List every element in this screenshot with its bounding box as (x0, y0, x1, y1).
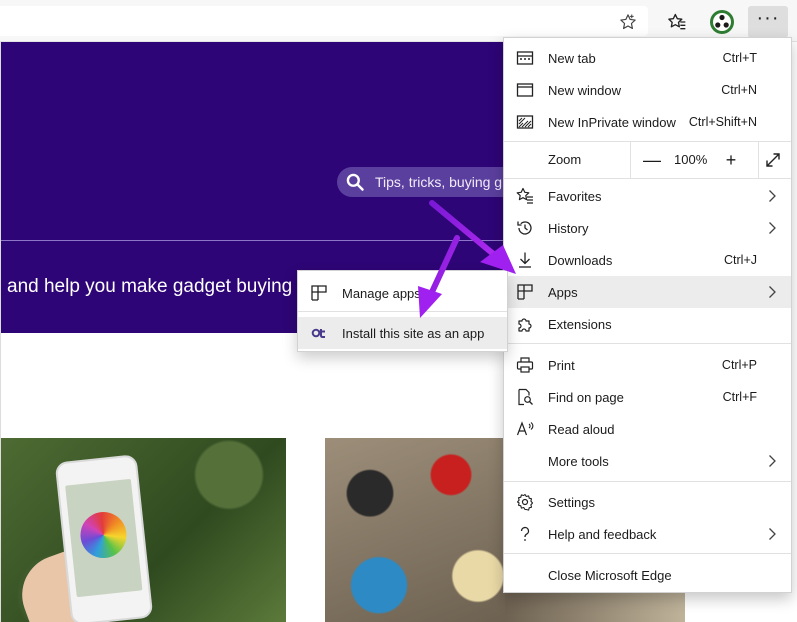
menu-separator (504, 178, 791, 179)
menu-item-shortcut: Ctrl+P (721, 358, 757, 372)
menu-item-find-on-page[interactable]: Find on page Ctrl+F (504, 381, 791, 413)
favorites-star-icon[interactable] (661, 6, 693, 38)
star-outline-icon[interactable] (612, 6, 644, 38)
search-icon (346, 173, 364, 191)
chevron-right-icon (769, 190, 776, 202)
new-tab-icon (516, 49, 534, 67)
menu-separator (504, 343, 791, 344)
zoom-divider (630, 142, 631, 178)
read-aloud-icon (516, 420, 534, 438)
chevron-right-icon (769, 222, 776, 234)
article-photo-paint[interactable] (325, 438, 505, 622)
new-window-icon (516, 81, 534, 99)
phone-screen (65, 478, 143, 598)
menu-item-new-inprivate-window[interactable]: New InPrivate window Ctrl+Shift+N (504, 106, 791, 138)
chevron-right-icon (769, 528, 776, 540)
menu-item-apps[interactable]: Apps (504, 276, 791, 308)
menu-item-label: Close Microsoft Edge (548, 567, 672, 583)
submenu-item-manage-apps[interactable]: Manage apps (298, 277, 507, 309)
menu-item-shortcut: Ctrl+T (722, 51, 757, 65)
zoom-control: Zoom — 100% + (504, 142, 791, 178)
menu-item-shortcut: Ctrl+Shift+N (688, 115, 757, 129)
menu-separator (504, 481, 791, 482)
menu-item-extensions[interactable]: Extensions (504, 308, 791, 340)
submenu-separator (298, 311, 507, 312)
settings-and-more-button[interactable]: ··· (748, 6, 788, 38)
menu-item-label: Find on page (548, 389, 624, 405)
fullscreen-icon[interactable] (764, 151, 782, 169)
menu-item-label: More tools (548, 453, 609, 469)
find-icon (516, 388, 534, 406)
history-icon (516, 219, 534, 237)
settings-icon (516, 493, 534, 511)
menu-item-label: Favorites (548, 188, 602, 204)
submenu-item-label: Install this site as an app (342, 326, 485, 341)
menu-item-label: Read aloud (548, 421, 615, 437)
menu-item-close-edge[interactable]: Close Microsoft Edge (504, 559, 791, 591)
phone-shape (54, 454, 154, 622)
menu-item-label: History (548, 220, 589, 236)
menu-item-more-tools[interactable]: More tools (504, 445, 791, 477)
menu-item-shortcut: Ctrl+J (724, 253, 757, 267)
menu-item-label: Apps (548, 284, 578, 300)
menu-item-shortcut: Ctrl+N (721, 83, 757, 97)
menu-item-print[interactable]: Print Ctrl+P (504, 349, 791, 381)
submenu-item-install-site-as-app[interactable]: Install this site as an app (298, 317, 507, 349)
help-icon (516, 525, 534, 543)
submenu-item-label: Manage apps (342, 286, 421, 301)
address-bar[interactable] (0, 6, 648, 36)
menu-item-shortcut: Ctrl+F (722, 390, 757, 404)
menu-item-help-and-feedback[interactable]: Help and feedback (504, 518, 791, 550)
zoom-label: Zoom (548, 152, 582, 167)
menu-item-label: New InPrivate window (548, 114, 676, 130)
browser-toolbar: ··· (0, 0, 797, 42)
site-logo-icon (310, 324, 328, 342)
menu-item-label: New window (548, 82, 621, 98)
inprivate-icon (516, 113, 534, 131)
menu-item-label: Downloads (548, 252, 613, 268)
more-dots-icon: ··· (756, 7, 780, 29)
menu-item-settings[interactable]: Settings (504, 486, 791, 518)
menu-item-label: New tab (548, 50, 596, 66)
extensions-icon (516, 315, 534, 333)
menu-item-label: Help and feedback (548, 526, 657, 542)
menu-item-new-tab[interactable]: New tab Ctrl+T (504, 42, 791, 74)
chevron-right-icon (769, 455, 776, 467)
search-placeholder: Tips, tricks, buying gu (375, 174, 510, 190)
apps-submenu: Manage apps Install this site as an app (297, 270, 508, 352)
zoom-in-button[interactable]: + (719, 148, 743, 172)
favorites-icon (516, 187, 534, 205)
chevron-right-icon (769, 286, 776, 298)
menu-separator (504, 553, 791, 554)
zoom-out-button[interactable]: — (640, 148, 664, 172)
article-photo-phone[interactable] (1, 438, 286, 622)
color-wheel-shape (78, 509, 129, 561)
zoom-level: 100% (674, 152, 708, 167)
menu-item-history[interactable]: History (504, 212, 791, 244)
settings-and-more-menu: New tab Ctrl+T New window Ctrl+N New InP… (503, 37, 792, 593)
apps-icon (310, 284, 328, 302)
hero-tagline: and help you make gadget buying (7, 276, 293, 297)
menu-item-new-window[interactable]: New window Ctrl+N (504, 74, 791, 106)
apps-icon (516, 283, 534, 301)
menu-item-read-aloud[interactable]: Read aloud (504, 413, 791, 445)
download-icon (516, 251, 534, 269)
zoom-divider (758, 142, 759, 178)
menu-item-label: Print (548, 357, 575, 373)
menu-item-downloads[interactable]: Downloads Ctrl+J (504, 244, 791, 276)
profile-avatar-icon[interactable] (706, 6, 738, 38)
menu-item-label: Extensions (548, 316, 612, 332)
menu-item-favorites[interactable]: Favorites (504, 180, 791, 212)
print-icon (516, 356, 534, 374)
menu-item-label: Settings (548, 494, 595, 510)
